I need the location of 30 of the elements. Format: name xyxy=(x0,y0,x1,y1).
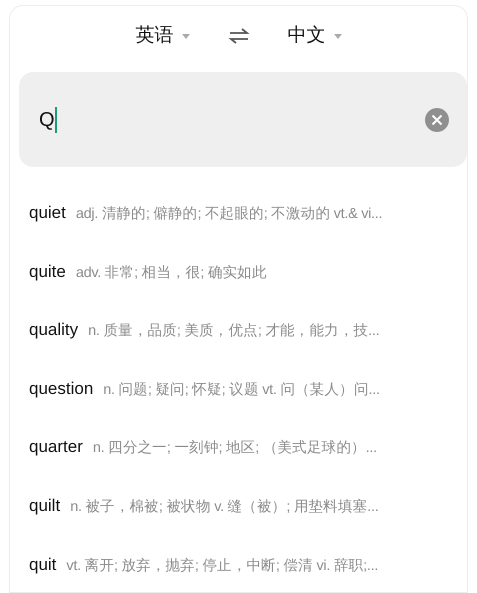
word: quite xyxy=(29,260,66,283)
text-cursor xyxy=(54,106,57,132)
definition: vt. 离开; 放弃，抛弃; 停止，中断; 偿清 vi. 辞职;... xyxy=(66,556,378,576)
caret-icon xyxy=(334,34,342,38)
definition: adj. 清静的; 僻静的; 不起眼的; 不激动的 vt.& vi... xyxy=(76,205,382,224)
word: quit xyxy=(29,554,56,576)
suggestion-item[interactable]: quilt n. 被子，棉被; 被状物 v. 缝（被）; 用垫料填塞... xyxy=(10,476,467,535)
suggestion-item[interactable]: quarter n. 四分之一; 一刻钟; 地区; （美式足球的）... xyxy=(10,417,467,476)
suggestion-item[interactable]: quit vt. 离开; 放弃，抛弃; 停止，中断; 偿清 vi. 辞职;... xyxy=(10,534,467,593)
definition: n. 被子，棉被; 被状物 v. 缝（被）; 用垫料填塞... xyxy=(70,498,378,517)
word: quality xyxy=(29,319,78,342)
source-language-dropdown[interactable]: 英语 xyxy=(136,22,190,50)
word: quiet xyxy=(29,202,66,224)
definition: n. 问题; 疑问; 怀疑; 议题 vt. 问（某人）问... xyxy=(103,380,380,400)
suggestion-item[interactable]: quality n. 质量，品质; 美质，优点; 才能，能力，技... xyxy=(10,300,467,359)
suggestion-item[interactable]: question n. 问题; 疑问; 怀疑; 议题 vt. 问（某人）问... xyxy=(10,358,467,418)
word: quilt xyxy=(29,494,60,517)
target-language-dropdown[interactable]: 中文 xyxy=(288,22,342,50)
search-field[interactable]: Q xyxy=(19,72,467,167)
caret-icon xyxy=(182,34,190,38)
definition: adv. 非常; 相当，很; 确实如此 xyxy=(76,264,267,283)
suggestion-item[interactable]: quiet adj. 清静的; 僻静的; 不起眼的; 不激动的 vt.& vi... xyxy=(10,183,467,242)
definition: n. 质量，品质; 美质，优点; 才能，能力，技... xyxy=(88,322,380,342)
search-text: Q xyxy=(39,108,55,132)
definition: n. 四分之一; 一刻钟; 地区; （美式足球的）... xyxy=(92,438,377,458)
clear-icon[interactable] xyxy=(425,108,449,132)
swap-icon[interactable] xyxy=(228,27,250,45)
word: question xyxy=(29,378,94,400)
word: quarter xyxy=(29,436,83,458)
suggestion-item[interactable]: quite adv. 非常; 相当，很; 确实如此 xyxy=(10,242,467,300)
